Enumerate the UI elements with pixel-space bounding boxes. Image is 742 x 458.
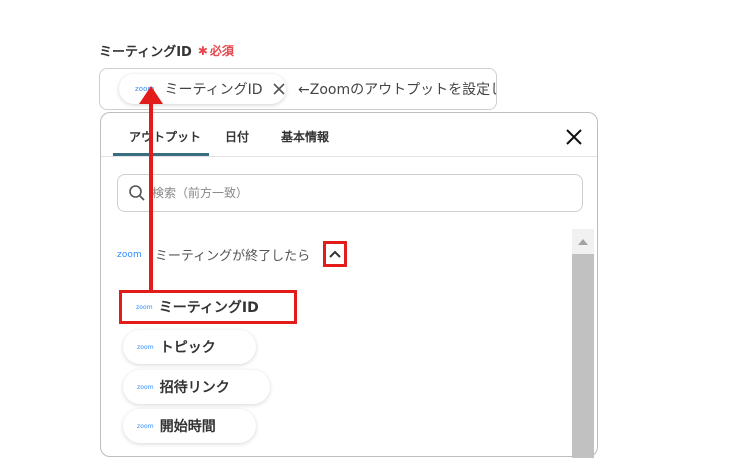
search-icon bbox=[128, 184, 146, 202]
meeting-id-input[interactable]: zoom ミーティングID ←Zoomのアウトプットを設定して bbox=[99, 68, 497, 110]
scrollbar[interactable] bbox=[572, 229, 594, 458]
zoom-logo: zoom bbox=[136, 303, 153, 311]
field-hint-text: ←Zoomのアウトプットを設定して bbox=[298, 82, 497, 98]
group-header[interactable]: zoom ミーティングが終了したら bbox=[117, 245, 310, 264]
close-icon[interactable] bbox=[565, 128, 583, 146]
token-label: ミーティングID bbox=[164, 82, 263, 98]
list-item-invite-link[interactable]: zoom 招待リンク bbox=[123, 370, 270, 404]
field-label-text: ミーティングID bbox=[99, 45, 192, 60]
list-item-start-time[interactable]: zoom 開始時間 bbox=[123, 409, 256, 443]
zoom-logo: zoom bbox=[135, 85, 155, 93]
close-icon[interactable] bbox=[272, 83, 285, 95]
zoom-logo: zoom bbox=[117, 249, 142, 260]
tab-output[interactable]: アウトプット bbox=[129, 128, 201, 145]
list-item-label: トピック bbox=[159, 340, 216, 356]
tab-date[interactable]: 日付 bbox=[225, 128, 249, 145]
tab-bar: アウトプット 日付 基本情報 bbox=[101, 113, 597, 157]
list-item-meeting-id[interactable]: zoom ミーティングID bbox=[119, 290, 297, 324]
search-input[interactable] bbox=[150, 185, 554, 201]
group-title: ミーティングが終了したら bbox=[154, 249, 311, 264]
output-picker-panel: アウトプット 日付 基本情報 zoom ミーティングが終了したら zoom ミー… bbox=[100, 112, 598, 458]
chevron-up-icon[interactable] bbox=[323, 241, 347, 267]
zoom-logo: zoom bbox=[137, 383, 154, 391]
required-text: 必須 bbox=[209, 44, 234, 58]
list-item-label: 開始時間 bbox=[159, 419, 216, 435]
tab-basic-info[interactable]: 基本情報 bbox=[281, 128, 329, 145]
list-item-label: 招待リンク bbox=[159, 380, 230, 396]
search-field[interactable] bbox=[117, 174, 583, 212]
arrow-up-icon[interactable] bbox=[572, 229, 594, 254]
list-item-topic[interactable]: zoom トピック bbox=[123, 330, 256, 364]
zoom-logo: zoom bbox=[137, 422, 154, 430]
scrollbar-thumb[interactable] bbox=[572, 254, 594, 458]
required-star-icon: ✱ bbox=[197, 43, 208, 58]
list-item-label: ミーティングID bbox=[158, 300, 259, 316]
zoom-logo: zoom bbox=[137, 343, 154, 351]
active-tab-indicator bbox=[113, 153, 209, 156]
output-token[interactable]: zoom ミーティングID bbox=[119, 74, 286, 104]
field-label: ミーティングID ✱ 必須 bbox=[99, 41, 234, 61]
